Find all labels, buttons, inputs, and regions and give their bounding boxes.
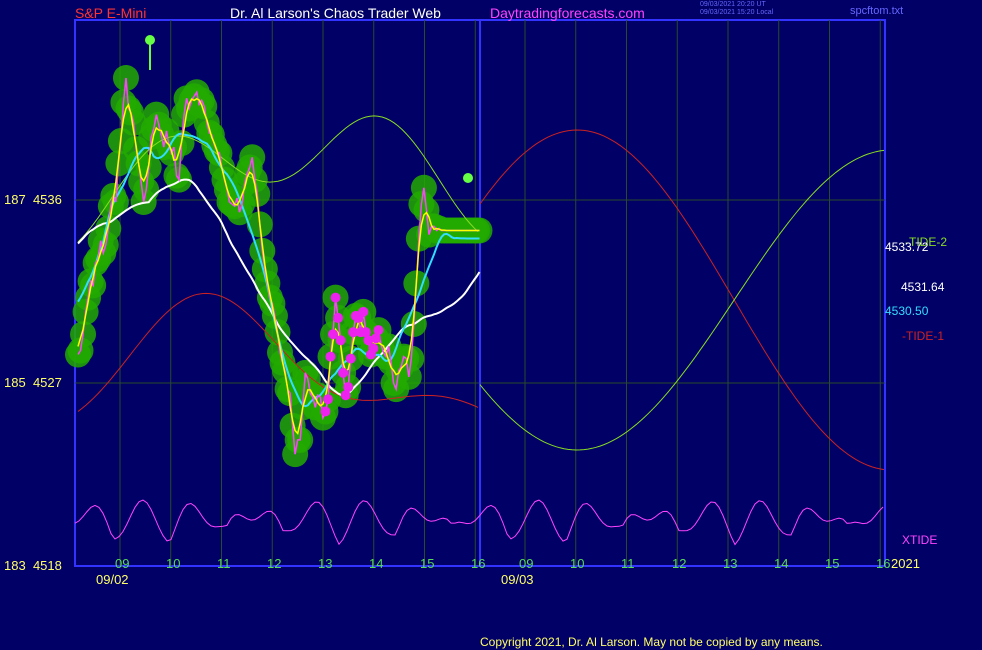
date-label-2: 09/03: [501, 572, 534, 587]
year-label: 2021: [891, 556, 920, 571]
site-title: Dr. Al Larson's Chaos Trader Web: [230, 5, 441, 21]
date-label-1: 09/02: [96, 572, 129, 587]
timestamp-local: 09/03/2021 15:20 Local: [700, 9, 774, 16]
decline-dot: [345, 353, 356, 364]
timestamp-utc: 09/03/2021 20:20 UT: [700, 1, 766, 8]
x-tick-d2-13: 13: [723, 556, 738, 571]
y-tick-185: 185 4527: [4, 375, 62, 390]
decline-dot: [358, 306, 369, 317]
x-tick-d1-11: 11: [217, 556, 231, 571]
copyright-footer: Copyright 2021, Dr. Al Larson. May not b…: [480, 635, 823, 649]
instrument-label: S&P E-Mini: [75, 5, 147, 21]
x-tick-d2-16: 16: [876, 556, 891, 571]
label-price-4530-50: 4530.50: [885, 304, 929, 318]
x-tick-d2-10: 10: [570, 556, 585, 571]
label-tide-1: -TIDE-1: [902, 329, 944, 343]
x-tick-d1-13: 13: [318, 556, 333, 571]
x-tick-d1-09: 09: [115, 556, 130, 571]
file-label: spcftom.txt: [850, 5, 904, 17]
x-tick-d2-12: 12: [672, 556, 687, 571]
decline-dot: [373, 325, 384, 336]
x-tick-d2-15: 15: [825, 556, 840, 571]
y-tick-183: 183 4518: [4, 558, 62, 573]
decline-dot: [330, 292, 341, 303]
decline-dot: [333, 312, 344, 323]
decline-dot: [322, 394, 333, 405]
label-price-4531-64: 4531.64: [901, 280, 945, 294]
site-url[interactable]: Daytradingforecasts.com: [490, 6, 645, 20]
x-tick-d1-10: 10: [166, 556, 181, 571]
decline-dot: [325, 351, 336, 362]
x-tick-d1-16: 16: [471, 556, 486, 571]
decline-dot: [335, 335, 346, 346]
x-tick-d2-14: 14: [774, 556, 789, 571]
x-tick-d1-12: 12: [267, 556, 282, 571]
price-chart: [65, 19, 886, 567]
tide-2-line: [479, 149, 885, 451]
x-tick-d1-14: 14: [369, 556, 384, 571]
label-price-4533-72: 4533.72: [885, 240, 929, 254]
label-xtide: XTIDE: [902, 533, 938, 547]
x-tick-d2-11: 11: [621, 556, 635, 571]
tide-1-line: [479, 129, 885, 471]
decline-dot: [368, 343, 379, 354]
decline-dot: [338, 367, 349, 378]
decline-dot: [343, 382, 354, 393]
y-tick-187: 187 4536: [4, 192, 62, 207]
decline-dot: [320, 406, 331, 417]
end-marker: [463, 173, 473, 183]
x-tick-d2-09: 09: [519, 556, 534, 571]
x-tick-d1-15: 15: [420, 556, 435, 571]
